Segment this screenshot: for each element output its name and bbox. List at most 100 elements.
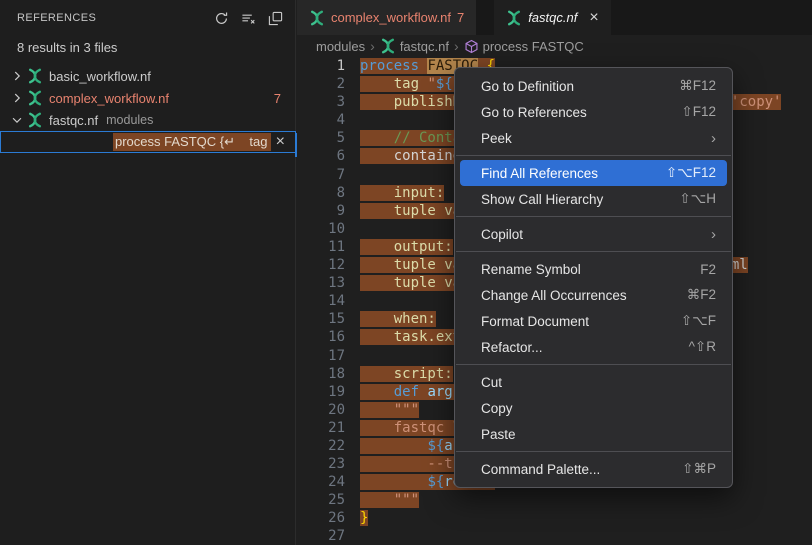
line-number[interactable]: 19 xyxy=(297,383,345,401)
nextflow-icon xyxy=(27,90,43,106)
line-number[interactable]: 22 xyxy=(297,437,345,455)
menu-item-go-to-definition[interactable]: Go to Definition⌘F12 xyxy=(460,73,727,99)
menu-item-format-document[interactable]: Format Document ⇧⌥F xyxy=(460,308,727,334)
menu-separator xyxy=(456,451,731,452)
tab-label: complex_workflow.nf xyxy=(331,10,451,25)
menu-item-command-palette[interactable]: Command Palette...⇧⌘P xyxy=(460,456,727,482)
tab-fastqc-nf[interactable]: fastqc.nf × xyxy=(494,0,610,35)
tab-close-icon[interactable]: × xyxy=(589,10,598,26)
symbol-cube-icon xyxy=(464,39,479,54)
menu-item-shortcut: ^⇧R xyxy=(689,339,716,355)
menu-item-copy[interactable]: Copy xyxy=(460,395,727,421)
code-line[interactable]: 27 xyxy=(297,527,812,545)
line-number[interactable]: 6 xyxy=(297,147,345,165)
twistie[interactable] xyxy=(8,90,25,106)
nextflow-icon xyxy=(309,10,325,26)
breadcrumb-item-fastqc-nf[interactable]: fastqc.nf xyxy=(380,38,449,54)
line-number[interactable]: 17 xyxy=(297,347,345,365)
file-item-basic-workflow-nf[interactable]: basic_workflow.nf xyxy=(0,65,295,87)
menu-item-label: Format Document xyxy=(481,314,663,329)
result-count-badge: 7 xyxy=(274,91,281,106)
submenu-chevron-icon: › xyxy=(711,226,716,243)
line-text: output: xyxy=(360,239,453,255)
line-number[interactable]: 21 xyxy=(297,419,345,437)
breadcrumb-label: fastqc.nf xyxy=(400,39,449,54)
refresh-icon xyxy=(214,11,229,26)
dismiss-reference-button[interactable]: × xyxy=(276,132,285,152)
code-line[interactable]: 26} xyxy=(297,509,812,527)
line-number[interactable]: 1 xyxy=(297,57,345,75)
line-text: script: xyxy=(360,366,453,382)
menu-item-label: Copy xyxy=(481,401,716,416)
menu-item-change-all-occurrences[interactable]: Change All Occurrences⌘F2 xyxy=(460,282,727,308)
nextflow-icon xyxy=(27,112,43,128)
line-number[interactable]: 11 xyxy=(297,238,345,256)
menu-item-shortcut: ⌘F2 xyxy=(687,287,716,303)
menu-item-show-call-hierarchy[interactable]: Show Call Hierarchy⇧⌥H xyxy=(460,186,727,212)
nextflow-icon xyxy=(27,68,43,84)
collapse-all-button[interactable] xyxy=(265,8,285,28)
line-number[interactable]: 24 xyxy=(297,473,345,491)
breadcrumb-separator-icon: › xyxy=(454,38,459,54)
clear-results-button[interactable] xyxy=(238,8,258,28)
file-item-complex-workflow-nf[interactable]: complex_workflow.nf7 xyxy=(0,87,295,109)
menu-item-label: Go to Definition xyxy=(481,79,661,94)
line-text: """ xyxy=(360,492,419,508)
line-number[interactable]: 4 xyxy=(297,111,345,129)
menu-item-go-to-references[interactable]: Go to References ⇧F12 xyxy=(460,99,727,125)
line-number[interactable]: 7 xyxy=(297,166,345,184)
line-number[interactable]: 25 xyxy=(297,491,345,509)
line-number[interactable]: 2 xyxy=(297,75,345,93)
reference-item[interactable]: process FASTQC {↵ tag "${samp...× xyxy=(0,131,296,153)
line-text: fastqc \ xyxy=(360,420,461,436)
menu-item-find-all-references[interactable]: Find All References⇧⌥F12 xyxy=(460,160,727,186)
line-number[interactable]: 12 xyxy=(297,256,345,274)
line-number[interactable]: 14 xyxy=(297,292,345,310)
menu-separator xyxy=(456,155,731,156)
chevron-right-icon xyxy=(10,69,24,83)
breadcrumb-item-modules[interactable]: modules xyxy=(316,39,365,54)
line-number[interactable]: 27 xyxy=(297,527,345,545)
menu-item-peek[interactable]: Peek› xyxy=(460,125,727,151)
menu-item-copilot[interactable]: Copilot› xyxy=(460,221,727,247)
line-number[interactable]: 5 xyxy=(297,129,345,147)
code-line[interactable]: 25 """ xyxy=(297,491,812,509)
tab-badge: 7 xyxy=(457,10,464,25)
line-number[interactable]: 15 xyxy=(297,310,345,328)
twistie[interactable] xyxy=(8,68,25,84)
chevron-down-icon xyxy=(10,113,24,127)
menu-item-label: Find All References xyxy=(481,166,648,181)
tab-complex-workflow-nf[interactable]: complex_workflow.nf 7 xyxy=(297,0,477,35)
line-number[interactable]: 20 xyxy=(297,401,345,419)
line-number[interactable]: 10 xyxy=(297,220,345,238)
line-number[interactable]: 23 xyxy=(297,455,345,473)
file-item-fastqc-nf[interactable]: fastqc.nfmodules xyxy=(0,109,295,131)
menu-item-cut[interactable]: Cut xyxy=(460,369,727,395)
file-label: basic_workflow.nf xyxy=(49,69,151,84)
breadcrumb-item-process-fastqc[interactable]: process FASTQC xyxy=(464,39,584,54)
menu-item-shortcut: ⇧F12 xyxy=(681,104,716,120)
menu-item-shortcut: ⇧⌥F xyxy=(681,313,716,329)
line-number[interactable]: 18 xyxy=(297,365,345,383)
menu-item-shortcut: F2 xyxy=(700,262,716,277)
refresh-button[interactable] xyxy=(211,8,231,28)
vscode-window: REFERENCES 8 results in 3 files basic_wo… xyxy=(0,0,812,545)
menu-item-rename-symbol[interactable]: Rename SymbolF2 xyxy=(460,256,727,282)
line-number[interactable]: 16 xyxy=(297,328,345,346)
menu-item-paste[interactable]: Paste xyxy=(460,421,727,447)
panel-toolbar xyxy=(211,8,285,28)
line-number[interactable]: 13 xyxy=(297,274,345,292)
line-number[interactable]: 3 xyxy=(297,93,345,111)
menu-item-refactor[interactable]: Refactor...^⇧R xyxy=(460,334,727,360)
tab-label: fastqc.nf xyxy=(528,10,577,25)
menu-item-label: Go to References xyxy=(481,105,663,120)
twistie[interactable] xyxy=(8,112,25,128)
line-number[interactable]: 8 xyxy=(297,184,345,202)
menu-item-shortcut: ⇧⌘P xyxy=(682,461,716,477)
file-description: modules xyxy=(106,113,153,127)
references-tree: basic_workflow.nf complex_workflow.nf7fas… xyxy=(0,65,295,153)
menu-item-label: Peek xyxy=(481,131,711,146)
line-number[interactable]: 26 xyxy=(297,509,345,527)
line-number[interactable]: 9 xyxy=(297,202,345,220)
nextflow-icon xyxy=(506,10,522,26)
